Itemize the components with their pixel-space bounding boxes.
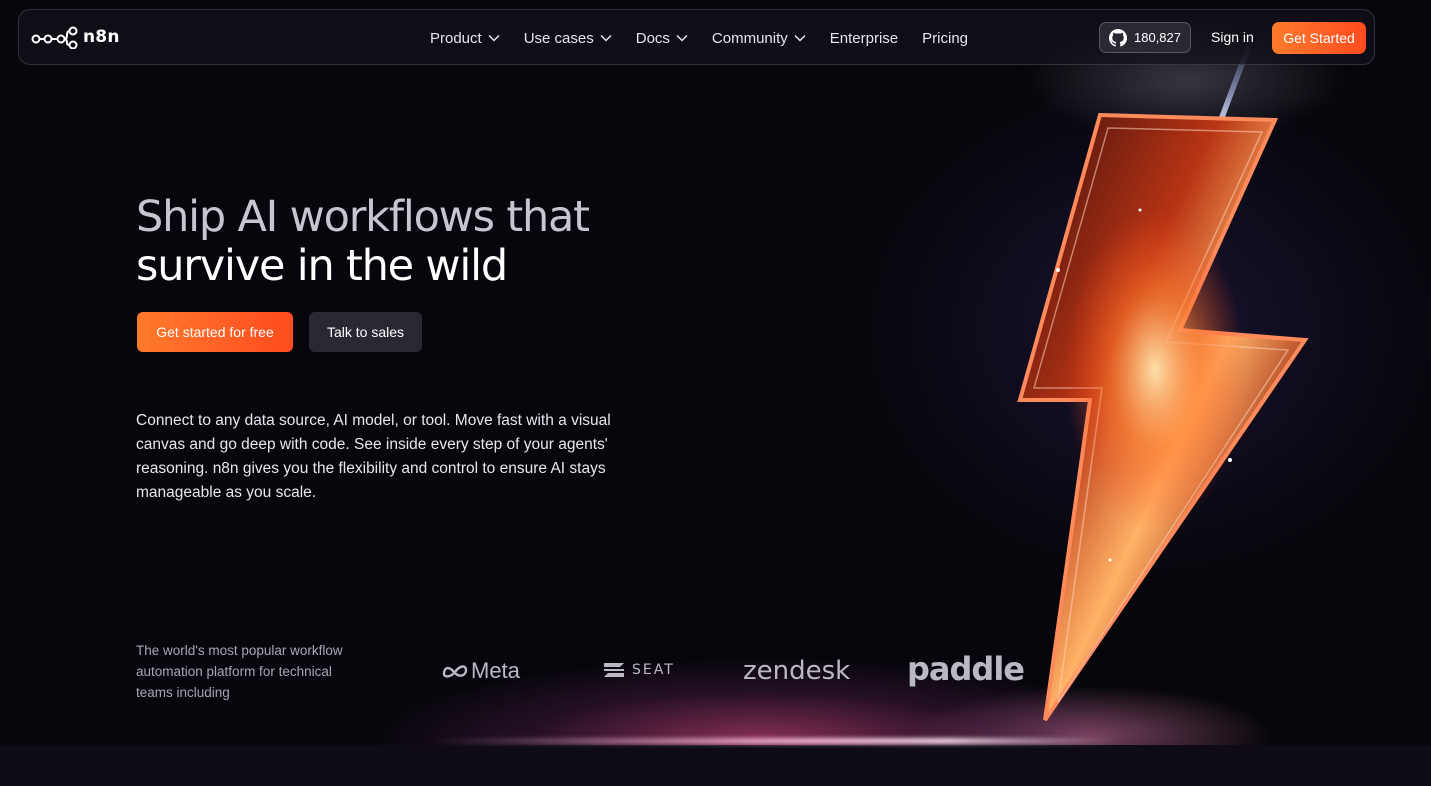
nav-item-pricing[interactable]: Pricing (922, 30, 968, 47)
get-started-button[interactable]: Get Started (1272, 22, 1366, 54)
chevron-down-icon (488, 34, 500, 42)
meta-logo-text: Meta (471, 658, 520, 683)
seat-emblem-icon (604, 663, 624, 677)
seat-logo-text: SEAT (632, 662, 675, 678)
chevron-down-icon (794, 34, 806, 42)
github-stars-button[interactable]: 180,827 (1099, 22, 1191, 53)
headline-line-2: survive in the wild (136, 241, 508, 291)
paddle-logo: paddle (907, 650, 1025, 688)
chevron-down-icon (600, 34, 612, 42)
n8n-logo[interactable]: n8n (31, 25, 120, 49)
nav-item-product[interactable]: Product (430, 30, 500, 47)
github-stars-count: 180,827 (1134, 30, 1181, 45)
meta-logo: Meta (441, 658, 520, 684)
seat-logo: SEAT (602, 660, 675, 680)
nav-item-label: Docs (635, 29, 670, 47)
lightning-bolt-illustration (1017, 40, 1309, 722)
top-navigation: n8n Product Use cases Docs Community Ent… (18, 9, 1375, 65)
nav-item-community[interactable]: Community (712, 30, 806, 47)
nav-links: Product Use cases Docs Community Enterpr… (430, 10, 992, 66)
hero-description: Connect to any data source, AI model, or… (136, 412, 611, 501)
page: n8n Product Use cases Docs Community Ent… (0, 0, 1431, 786)
headline-line-1: Ship AI workflows that (136, 192, 590, 242)
hero-headline: Ship AI workflows that survive in the wi… (136, 192, 590, 291)
sign-in-link[interactable]: Sign in (1211, 29, 1254, 45)
n8n-logo-icon (31, 26, 78, 49)
get-started-free-button[interactable]: Get started for free (137, 312, 293, 352)
nav-item-use-cases[interactable]: Use cases (524, 30, 612, 47)
nav-item-enterprise[interactable]: Enterprise (830, 30, 898, 47)
nav-item-label: Product (430, 29, 482, 47)
chevron-down-icon (676, 34, 688, 42)
github-icon (1109, 28, 1127, 47)
nav-item-label: Community (711, 29, 788, 47)
zendesk-logo: zendesk (743, 656, 851, 686)
meta-infinity-icon (442, 665, 468, 678)
trusted-by-text: The world's most popular workflow automa… (136, 643, 343, 700)
nav-item-label: Use cases (523, 29, 594, 47)
nav-item-label: Pricing (922, 29, 969, 47)
brand-name: n8n (83, 27, 120, 47)
nav-item-docs[interactable]: Docs (636, 30, 688, 47)
floor-glow (430, 738, 1120, 744)
talk-to-sales-button[interactable]: Talk to sales (309, 312, 422, 352)
nav-item-label: Enterprise (829, 29, 899, 47)
